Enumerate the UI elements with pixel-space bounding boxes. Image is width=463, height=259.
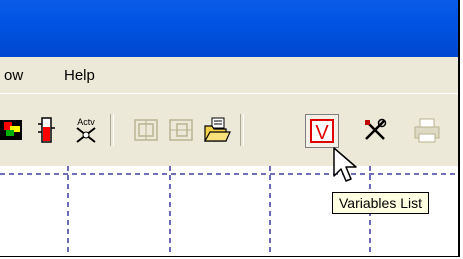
activex-label: Actv [77,117,95,127]
color-tool-icon [0,120,22,140]
tools-icon [365,118,387,140]
ungroup-button[interactable] [165,114,197,146]
print-icon [414,118,440,143]
level-indicator-icon [38,117,55,143]
app-window: ow Help Actv V Variables List [0,0,460,257]
toolbar-separator [240,114,244,146]
open-folder-button[interactable] [200,114,232,146]
group-button[interactable] [130,114,162,146]
menu-bar: ow Help [0,57,458,93]
activex-button[interactable]: Actv [70,114,102,146]
variables-list-label: V [315,122,329,144]
variables-list-icon: V [310,119,334,144]
mouse-cursor-icon [333,147,357,182]
open-folder-icon [203,117,231,142]
tools-button[interactable] [359,114,391,146]
group-icon [134,119,158,141]
activex-icon: Actv [76,117,96,143]
level-indicator-button[interactable] [30,114,62,146]
variables-list-button[interactable]: V [305,114,339,148]
menu-help[interactable]: Help [64,67,95,84]
title-bar[interactable] [0,0,458,57]
print-button[interactable] [410,114,442,146]
ungroup-icon [169,119,193,141]
toolbar: Actv V [0,93,458,167]
tooltip: Variables List [332,192,430,214]
menu-window[interactable]: ow [4,67,23,84]
toolbar-separator [110,114,114,146]
color-tool-button[interactable] [0,114,26,146]
